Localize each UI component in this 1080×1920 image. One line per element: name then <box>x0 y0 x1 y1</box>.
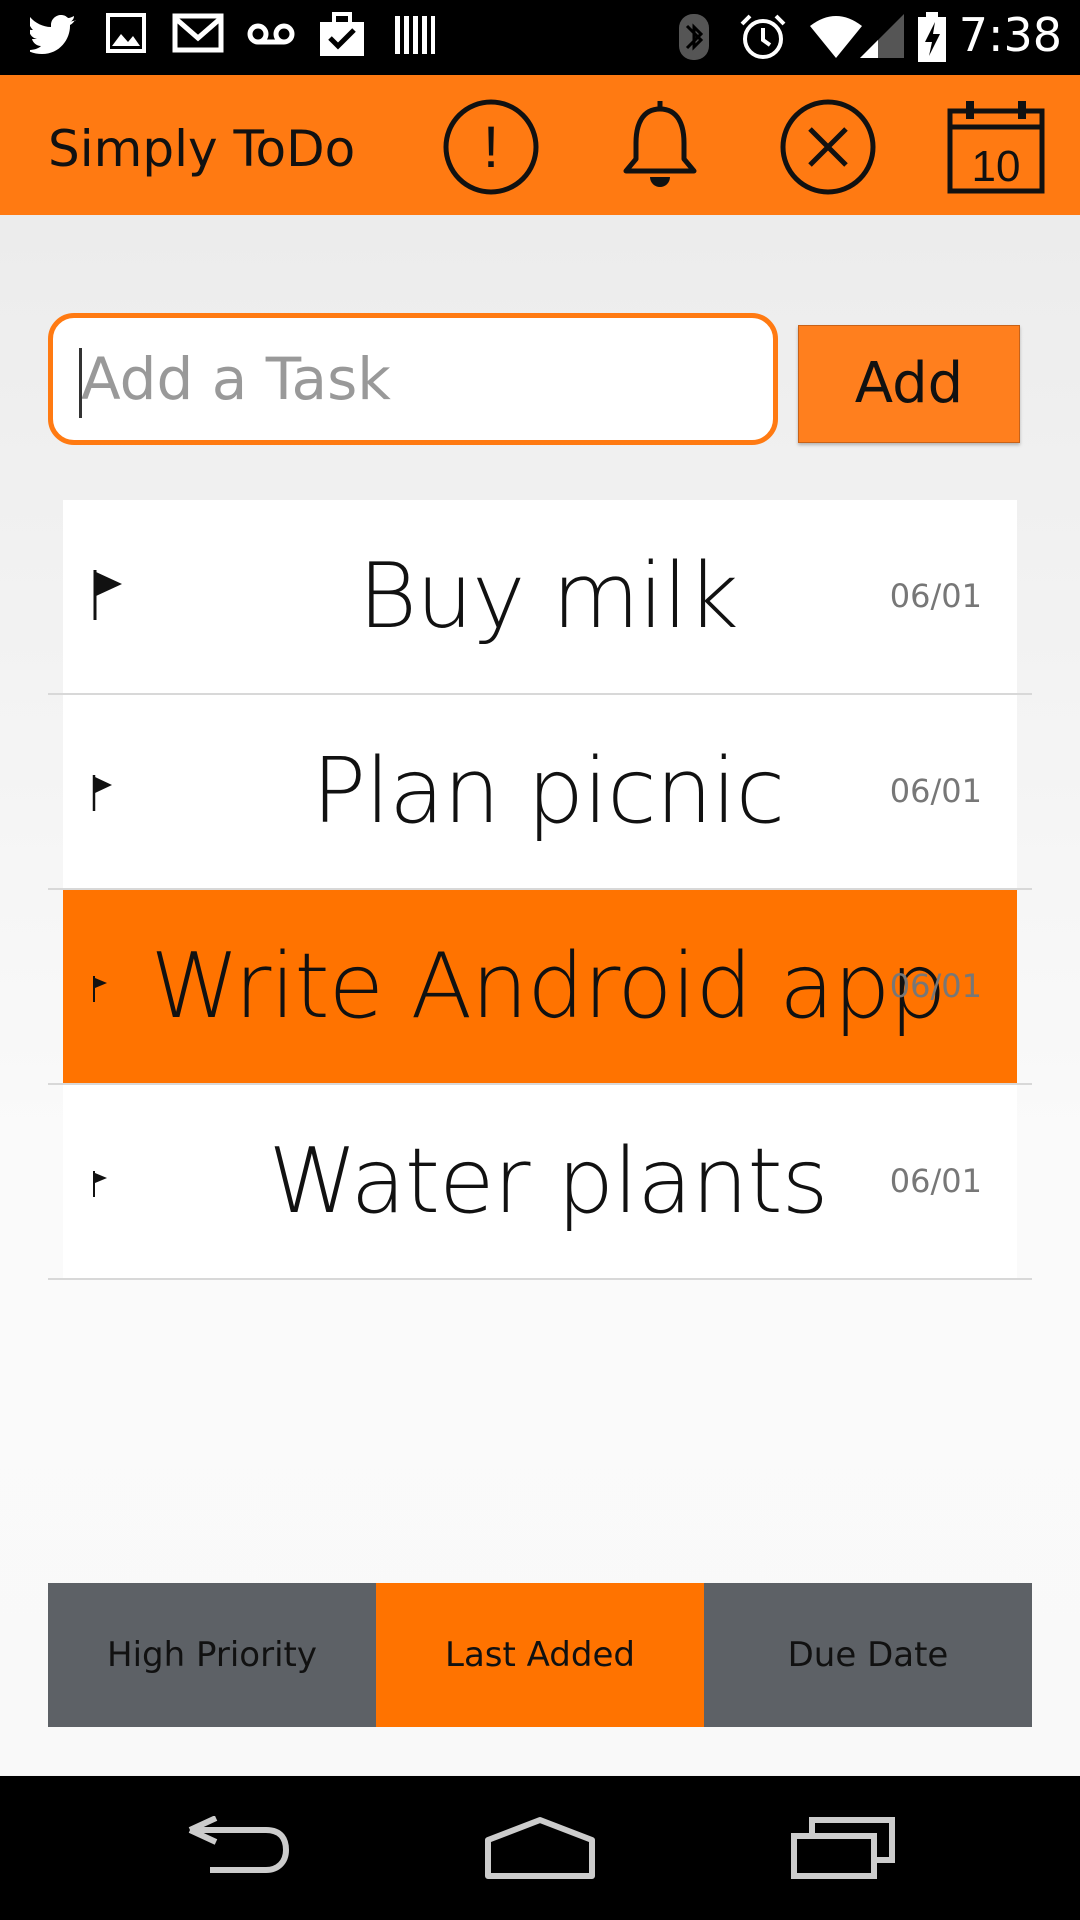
recents-icon[interactable] <box>790 1816 896 1880</box>
battery-charging-icon <box>918 12 946 62</box>
text-cursor <box>79 348 82 418</box>
navigation-bar <box>0 1776 1080 1920</box>
twitter-icon <box>30 15 76 54</box>
status-clock: 7:38 <box>958 8 1062 62</box>
add-task-input[interactable]: Add a Task <box>48 313 778 445</box>
bluetooth-icon <box>679 14 709 60</box>
task-title: Buy milk <box>358 544 739 649</box>
barcode-icon <box>395 16 435 54</box>
task-title: Write Android app <box>150 934 946 1039</box>
briefcase-check-icon <box>320 12 364 56</box>
task-row[interactable]: Buy milk 06/01 <box>48 500 1032 695</box>
task-date: 06/01 <box>889 577 982 615</box>
main-content: Add a Task Add Buy milk 06/01 Plan picni… <box>0 215 1080 1775</box>
calendar-icon: 10 <box>947 101 1045 194</box>
task-row[interactable]: Water plants 06/01 <box>48 1085 1032 1280</box>
alarm-icon <box>740 14 786 59</box>
add-task-placeholder: Add a Task <box>81 345 391 413</box>
calendar-button[interactable]: 10 <box>946 97 1046 197</box>
priority-glyph: ! <box>483 115 499 180</box>
tab-last-added[interactable]: Last Added <box>376 1583 704 1727</box>
task-date: 06/01 <box>889 1162 982 1200</box>
task-date: 06/01 <box>889 772 982 810</box>
image-icon <box>106 13 146 53</box>
task-title: Plan picnic <box>311 739 785 844</box>
bell-icon <box>623 101 697 187</box>
task-row[interactable]: Plan picnic 06/01 <box>48 695 1032 890</box>
priority-button[interactable]: ! <box>441 97 541 197</box>
task-title: Water plants <box>268 1129 828 1234</box>
reminder-button[interactable] <box>610 97 710 197</box>
voicemail-icon <box>247 23 295 45</box>
tab-due-date[interactable]: Due Date <box>704 1583 1032 1727</box>
back-icon[interactable] <box>186 1816 290 1880</box>
task-list: Buy milk 06/01 Plan picnic 06/01 Write A… <box>48 500 1032 1280</box>
calendar-day: 10 <box>972 142 1021 191</box>
wifi-icon <box>810 16 862 58</box>
clear-button[interactable] <box>778 97 878 197</box>
signal-icon <box>860 14 904 58</box>
clear-icon <box>780 99 876 195</box>
sort-tab-bar: High Priority Last Added Due Date <box>48 1583 1032 1727</box>
home-icon[interactable] <box>484 1816 596 1880</box>
task-row-selected[interactable]: Write Android app 06/01 <box>48 890 1032 1085</box>
tab-high-priority[interactable]: High Priority <box>48 1583 376 1727</box>
task-date: 06/01 <box>889 967 982 1005</box>
priority-icon: ! <box>443 99 539 195</box>
add-button[interactable]: Add <box>798 325 1020 443</box>
action-bar: Simply ToDo ! 10 <box>0 75 1080 215</box>
gmail-icon <box>172 13 224 53</box>
app-title: Simply ToDo <box>48 120 356 178</box>
status-bar: 7:38 <box>0 0 1080 75</box>
